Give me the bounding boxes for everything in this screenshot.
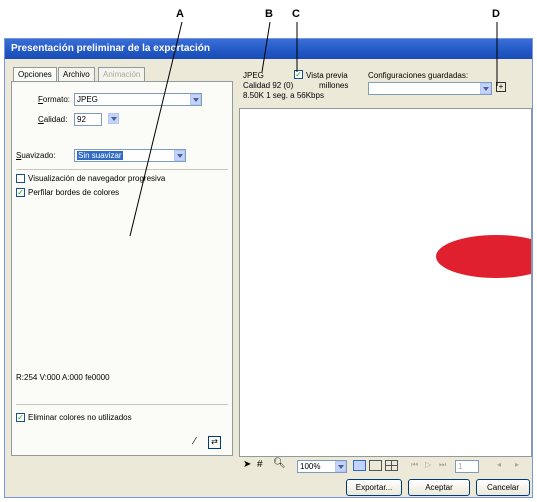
callout-leaders [129,21,498,237]
leader-b [261,21,271,73]
leader-a [129,21,183,237]
